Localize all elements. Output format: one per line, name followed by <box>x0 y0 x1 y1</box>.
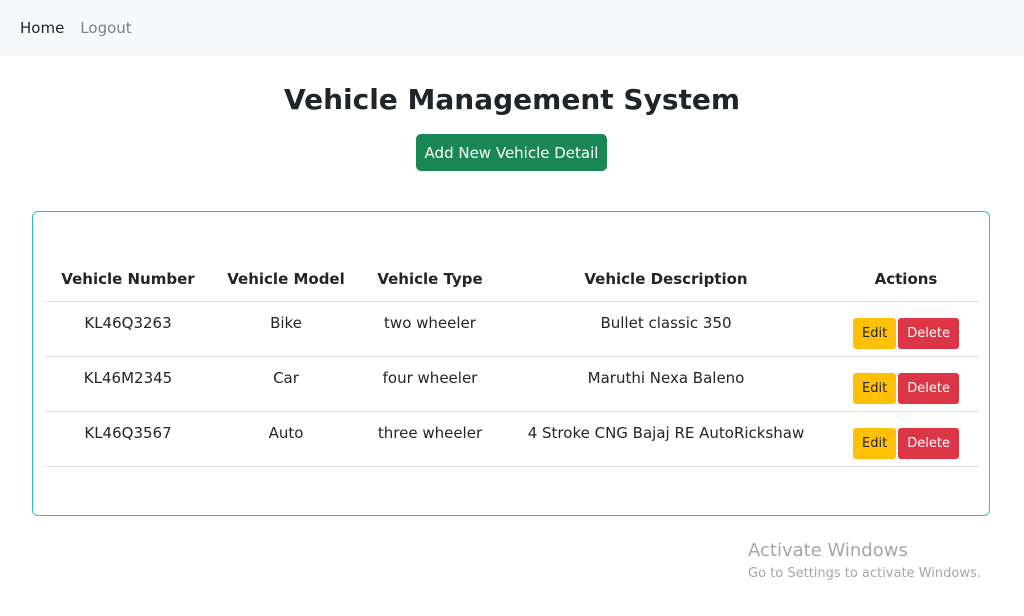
edit-button[interactable]: Edit <box>853 373 897 404</box>
table-row: KL46Q3263 Bike two wheeler Bullet classi… <box>45 301 979 357</box>
watermark-subtitle: Go to Settings to activate Windows. <box>748 566 981 581</box>
cell-vehicle-number: KL46M2345 <box>45 356 211 412</box>
cell-actions: Edit Delete <box>833 356 979 412</box>
activate-windows-watermark: Activate Windows Go to Settings to activ… <box>748 540 981 584</box>
cell-vehicle-type: four wheeler <box>361 356 499 412</box>
cell-vehicle-number: KL46Q3263 <box>45 301 211 357</box>
table-row: KL46M2345 Car four wheeler Maruthi Nexa … <box>45 356 979 412</box>
table-header-row: Vehicle Number Vehicle Model Vehicle Typ… <box>45 257 979 302</box>
cell-actions: Edit Delete <box>833 411 979 467</box>
cell-vehicle-type: three wheeler <box>361 411 499 467</box>
nav-logout-link[interactable]: Logout <box>80 19 131 37</box>
delete-button[interactable]: Delete <box>898 373 959 404</box>
header-vehicle-type: Vehicle Type <box>361 257 499 302</box>
cell-vehicle-number: KL46Q3567 <box>45 411 211 467</box>
vehicle-table: Vehicle Number Vehicle Model Vehicle Typ… <box>45 257 979 467</box>
cell-actions: Edit Delete <box>833 301 979 357</box>
cell-vehicle-description: 4 Stroke CNG Bajaj RE AutoRickshaw <box>499 411 833 467</box>
cell-vehicle-description: Maruthi Nexa Baleno <box>499 356 833 412</box>
header-actions: Actions <box>833 257 979 302</box>
nav-home-link[interactable]: Home <box>20 19 64 37</box>
edit-button[interactable]: Edit <box>853 428 897 459</box>
delete-button[interactable]: Delete <box>898 428 959 459</box>
cell-vehicle-type: two wheeler <box>361 301 499 357</box>
cell-vehicle-model: Car <box>211 356 361 412</box>
cell-vehicle-model: Auto <box>211 411 361 467</box>
header-vehicle-number: Vehicle Number <box>45 257 211 302</box>
vehicle-table-card: Vehicle Number Vehicle Model Vehicle Typ… <box>32 211 990 516</box>
delete-button[interactable]: Delete <box>898 318 959 349</box>
edit-button[interactable]: Edit <box>853 318 897 349</box>
header-vehicle-description: Vehicle Description <box>499 257 833 302</box>
watermark-title: Activate Windows <box>748 540 908 561</box>
cell-vehicle-model: Bike <box>211 301 361 357</box>
add-vehicle-button[interactable]: Add New Vehicle Detail <box>416 134 607 171</box>
header-vehicle-model: Vehicle Model <box>211 257 361 302</box>
table-row: KL46Q3567 Auto three wheeler 4 Stroke CN… <box>45 411 979 467</box>
page-title: Vehicle Management System <box>283 83 741 116</box>
cell-vehicle-description: Bullet classic 350 <box>499 301 833 357</box>
navbar: Home Logout <box>0 0 1024 56</box>
